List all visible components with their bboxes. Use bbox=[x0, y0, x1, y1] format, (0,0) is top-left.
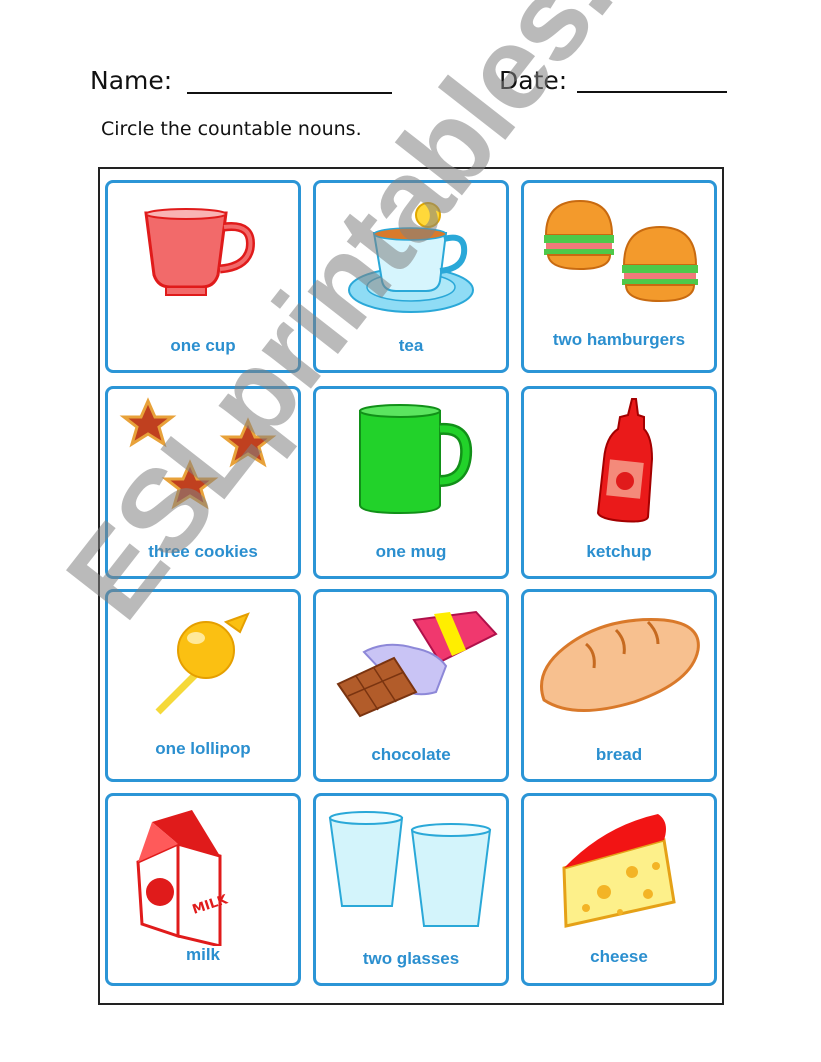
card-label: two hamburgers bbox=[552, 330, 686, 349]
card-label: two glasses bbox=[362, 949, 460, 968]
card-two-glasses[interactable]: two glasses bbox=[313, 793, 509, 986]
bread-loaf-icon bbox=[540, 618, 700, 712]
name-label: Name: bbox=[90, 66, 173, 95]
card-label: one cup bbox=[170, 336, 236, 355]
card-chocolate[interactable]: chocolate bbox=[313, 589, 509, 782]
date-blank-line[interactable] bbox=[577, 91, 727, 93]
name-blank-line[interactable] bbox=[187, 92, 392, 94]
card-label: ketchup bbox=[586, 542, 652, 561]
chocolate-bar-icon bbox=[336, 610, 498, 718]
card-two-hamburgers[interactable]: two hamburgers bbox=[521, 180, 717, 373]
ketchup-bottle-icon bbox=[596, 398, 654, 523]
glasses-icon bbox=[328, 811, 492, 927]
green-mug-icon bbox=[359, 404, 473, 515]
card-one-mug[interactable]: one mug bbox=[313, 386, 509, 579]
lollipop-icon bbox=[155, 612, 250, 715]
card-label: three cookies bbox=[148, 542, 258, 561]
card-label: tea bbox=[398, 336, 424, 355]
card-ketchup[interactable]: ketchup bbox=[521, 386, 717, 579]
card-one-cup[interactable]: one cup bbox=[105, 180, 301, 373]
tea-cup-icon bbox=[348, 202, 474, 313]
hamburgers-icon bbox=[544, 199, 698, 303]
red-cup-icon bbox=[144, 208, 255, 296]
instruction-text: Circle the countable nouns. bbox=[101, 118, 362, 140]
card-label: one lollipop bbox=[155, 739, 251, 758]
card-three-cookies[interactable]: three cookies bbox=[105, 386, 301, 579]
card-label: cheese bbox=[590, 947, 648, 966]
cookies-icon bbox=[119, 397, 277, 510]
card-label: one mug bbox=[375, 542, 447, 561]
card-label: milk bbox=[185, 945, 221, 964]
card-bread[interactable]: bread bbox=[521, 589, 717, 782]
card-tea[interactable]: tea bbox=[313, 180, 509, 373]
card-label: chocolate bbox=[371, 745, 451, 764]
card-milk[interactable]: MILK milk bbox=[105, 793, 301, 986]
cheese-icon bbox=[562, 814, 676, 928]
card-cheese[interactable]: cheese bbox=[521, 793, 717, 986]
milk-carton-icon: MILK bbox=[136, 810, 230, 946]
card-label: bread bbox=[595, 745, 643, 764]
date-label: Date: bbox=[499, 66, 568, 95]
card-one-lollipop[interactable]: one lollipop bbox=[105, 589, 301, 782]
